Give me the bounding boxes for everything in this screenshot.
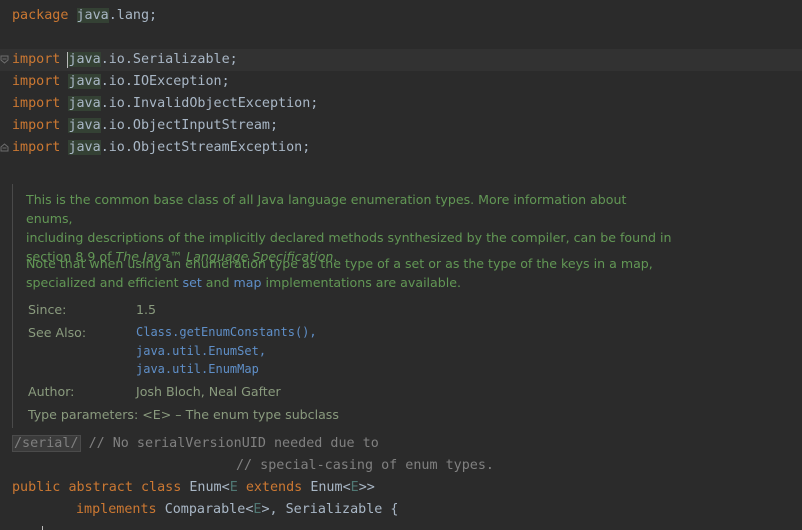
- see-also-link[interactable]: Class.getEnumConstants(),: [136, 323, 317, 342]
- import-line[interactable]: import java.io.ObjectInputStream;: [12, 115, 278, 137]
- see-also-link[interactable]: java.util.EnumSet,: [136, 342, 266, 361]
- see-also-link[interactable]: java.util.EnumMap: [136, 360, 259, 379]
- package-line[interactable]: package java.lang;: [12, 5, 157, 27]
- serial-comment-line[interactable]: /serial/ // No serialVersionUID needed d…: [12, 433, 379, 455]
- javadoc-paragraph: Note that when using an enumeration type…: [26, 256, 653, 290]
- class-declaration[interactable]: public abstract class Enum<E extends Enu…: [12, 477, 375, 499]
- type-parameters: Type parameters: <E> – The enum type sub…: [28, 407, 339, 422]
- javadoc-gutter-bar: [12, 184, 13, 428]
- author-label: Author:: [28, 384, 75, 399]
- fold-open-icon[interactable]: [0, 55, 9, 64]
- implements-line[interactable]: implements Comparable<E>, Serializable {: [76, 499, 399, 521]
- indent-guide: [42, 526, 43, 530]
- map-link[interactable]: map: [233, 275, 261, 290]
- set-link[interactable]: set: [183, 275, 202, 290]
- fold-close-icon[interactable]: [0, 143, 9, 152]
- see-also-label: See Also:: [28, 325, 87, 340]
- author-value: Josh Bloch, Neal Gafter: [136, 384, 281, 399]
- comment-line[interactable]: // special-casing of enum types.: [236, 455, 494, 477]
- since-label: Since:: [28, 302, 67, 317]
- import-line[interactable]: import java.io.ObjectStreamException;: [12, 137, 310, 159]
- since-value: 1.5: [136, 302, 157, 317]
- text-caret: [67, 52, 68, 68]
- import-line[interactable]: import java.io.Serializable;: [12, 49, 238, 71]
- import-line[interactable]: import java.io.IOException;: [12, 71, 230, 93]
- import-line[interactable]: import java.io.InvalidObjectException;: [12, 93, 318, 115]
